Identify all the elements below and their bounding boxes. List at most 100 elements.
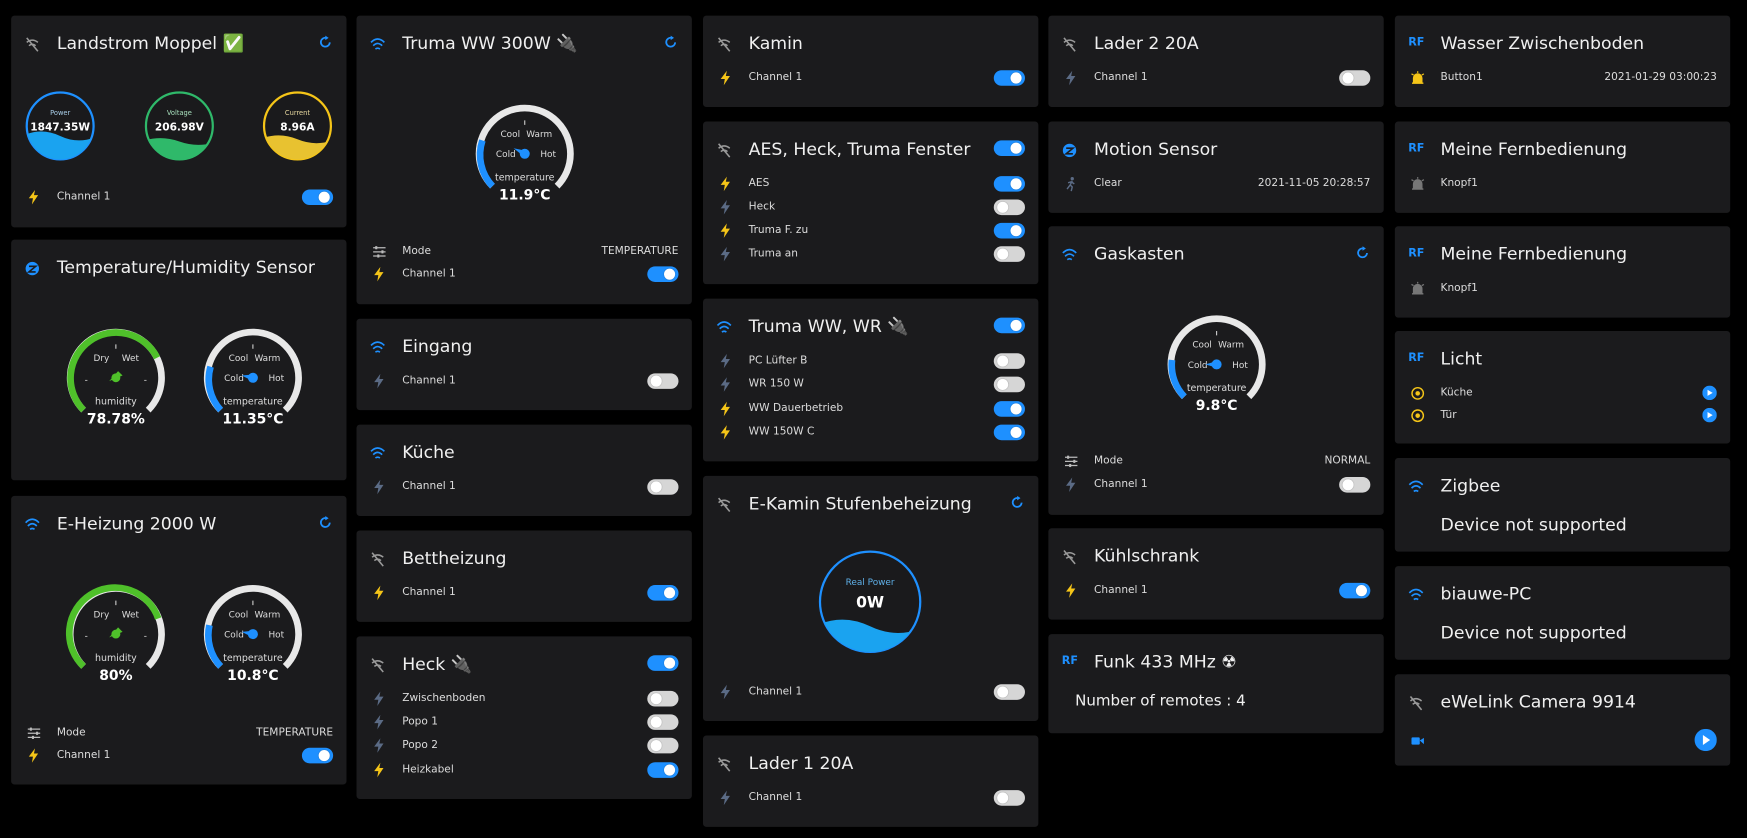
svg-text:Current: Current [285, 109, 310, 117]
play-button[interactable] [1694, 728, 1717, 752]
card-title: eWeLink Camera 9914 [1440, 692, 1636, 713]
wifi-icon [370, 38, 385, 50]
video-camera-icon [1411, 737, 1424, 745]
channel-row: Truma F. zu [703, 220, 1038, 242]
channel-toggle[interactable] [647, 737, 679, 754]
channel-row: Channel 1 [703, 67, 1038, 89]
master-toggle[interactable] [647, 655, 679, 671]
channel-toggle[interactable] [993, 376, 1025, 393]
play-button[interactable] [1702, 407, 1717, 423]
channel-toggle[interactable] [993, 222, 1025, 239]
button-row[interactable]: Knopf1 [1395, 277, 1730, 299]
card-kuehlschrank: Kühlschrank Channel 1 [1048, 528, 1384, 620]
svg-text:8.96A: 8.96A [280, 121, 315, 133]
temperature-gauge: Cool Warm Cold Hot temperature 9.8°C [1167, 315, 1266, 414]
svg-text:Dry: Dry [93, 610, 109, 620]
button-row[interactable]: Knopf1 [1395, 173, 1730, 195]
card-title: Eingang [402, 336, 473, 357]
mode-value[interactable]: TEMPERATURE [602, 245, 679, 257]
remotes-count: Number of remotes : 4 [1075, 692, 1246, 710]
card-aes: AES, Heck, Truma Fenster AES Heck Truma … [702, 121, 1039, 285]
channel-toggle[interactable] [993, 424, 1025, 441]
bolt-icon [1066, 70, 1076, 86]
svg-text:Dry: Dry [93, 354, 109, 364]
card-title: Truma WW 300W 🔌 [402, 33, 578, 54]
card-bettheizung: Bettheizung Channel 1 [356, 530, 692, 622]
card-motion: Motion Sensor Clear 2021-11-05 20:28:57 [1048, 121, 1384, 213]
mode-row: Mode TEMPERATURE [357, 241, 692, 263]
card-fern2: RF Meine Fernbedienung Knopf1 [1394, 226, 1731, 318]
channel-toggle[interactable] [1339, 582, 1371, 599]
card-title: Lader 2 20A [1094, 33, 1199, 54]
channel-toggle[interactable] [993, 176, 1025, 192]
channel-toggle[interactable] [993, 199, 1025, 216]
card-title: biauwe-PC [1440, 583, 1532, 605]
rf-badge: RF [1408, 247, 1425, 260]
card-title: AES, Heck, Truma Fenster [748, 139, 971, 160]
svg-text:temperature: temperature [223, 397, 283, 408]
channel-toggle[interactable] [993, 353, 1025, 369]
card-title: Kamin [748, 33, 803, 54]
channel-toggle[interactable] [993, 790, 1025, 806]
refresh-icon[interactable] [663, 35, 679, 51]
master-toggle[interactable] [993, 317, 1025, 334]
card-zigbee: Zigbee Device not supported [1394, 458, 1731, 552]
radio-dot-icon [1411, 386, 1425, 400]
wifi-off-icon [1063, 37, 1076, 52]
channel-toggle[interactable] [993, 401, 1025, 417]
channel-toggle[interactable] [993, 70, 1025, 86]
refresh-icon[interactable] [318, 35, 334, 51]
svg-text:Cool: Cool [500, 130, 520, 140]
card-lader1: Lader 1 20A Channel 1 [702, 735, 1039, 827]
wifi-off-icon [371, 658, 384, 673]
channel-toggle[interactable] [993, 246, 1025, 262]
channel-toggle[interactable] [647, 585, 679, 601]
unsupported-message: Device not supported [1440, 514, 1627, 535]
channel-toggle[interactable] [301, 189, 334, 206]
channel-toggle[interactable] [301, 747, 334, 764]
card-title: Lader 1 20A [748, 753, 854, 774]
bolt-icon [374, 373, 384, 389]
channel-toggle[interactable] [993, 684, 1025, 700]
channel-row: Channel 1 [703, 787, 1038, 809]
refresh-icon[interactable] [1355, 245, 1371, 261]
svg-text:78.78%: 78.78% [87, 411, 145, 427]
svg-text:206.98V: 206.98V [155, 121, 205, 133]
channel-toggle[interactable] [1339, 70, 1371, 86]
channel-toggle[interactable] [647, 373, 679, 389]
channel-toggle[interactable] [647, 714, 679, 730]
humidity-gauge: Dry Wet - - humidity 78.78% [66, 328, 165, 427]
bolt-icon [28, 190, 39, 205]
channel-row: Channel 1 [11, 744, 346, 766]
channel-row: Channel 1 [1048, 579, 1383, 601]
channel-toggle[interactable] [647, 266, 679, 282]
wifi-icon [370, 447, 385, 459]
card-title: Wasser Zwischenboden [1440, 33, 1645, 54]
rf-badge: RF [1408, 352, 1425, 365]
svg-text:Warm: Warm [254, 610, 280, 620]
channel-row: Channel 1 [357, 263, 692, 285]
humidity-gauge: Dry Wet - - humidity 80% [65, 584, 165, 684]
temperature-gauge: Cool Warm Cold Hot temperature 11.35°C [203, 328, 302, 427]
mode-value[interactable]: NORMAL [1324, 455, 1370, 467]
master-toggle[interactable] [993, 140, 1025, 157]
channel-toggle[interactable] [1339, 476, 1371, 493]
channel-toggle[interactable] [647, 690, 679, 707]
refresh-icon[interactable] [318, 515, 334, 531]
bolt-icon [720, 684, 730, 700]
play-button[interactable] [1702, 385, 1717, 401]
refresh-icon[interactable] [1009, 495, 1025, 511]
channel-row: AES [703, 173, 1038, 195]
button-row: Button1 2021-01-29 03:00:23 [1395, 67, 1730, 89]
channel-row: Channel 1 [1048, 474, 1383, 496]
mode-value[interactable]: TEMPERATURE [256, 727, 333, 739]
card-title: Gaskasten [1094, 244, 1185, 265]
zigbee-icon [25, 261, 39, 276]
power-gauge: Power 1847.35W [25, 91, 95, 161]
wifi-icon [25, 518, 40, 531]
svg-text:temperature: temperature [1187, 383, 1247, 394]
channel-toggle[interactable] [647, 479, 679, 495]
wifi-off-icon [1063, 550, 1076, 565]
channel-toggle[interactable] [647, 762, 679, 778]
svg-text:-: - [85, 375, 88, 385]
